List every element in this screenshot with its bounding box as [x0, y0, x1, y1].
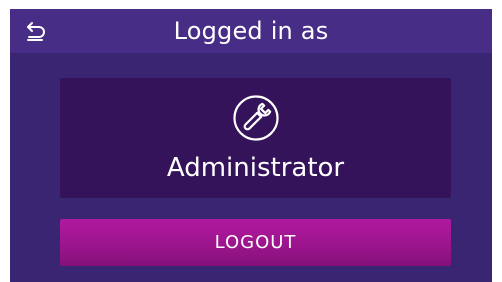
logout-label: LOGOUT — [214, 232, 297, 253]
header-bar: Logged in as — [10, 9, 492, 53]
user-role-card: Administrator — [60, 78, 451, 198]
page-title: Logged in as — [173, 17, 329, 45]
login-status-screen: Logged in as Administrator LOGOUT — [10, 9, 492, 282]
logout-button[interactable]: LOGOUT — [60, 219, 451, 266]
wrench-icon — [233, 95, 279, 141]
user-role-label: Administrator — [166, 153, 345, 183]
